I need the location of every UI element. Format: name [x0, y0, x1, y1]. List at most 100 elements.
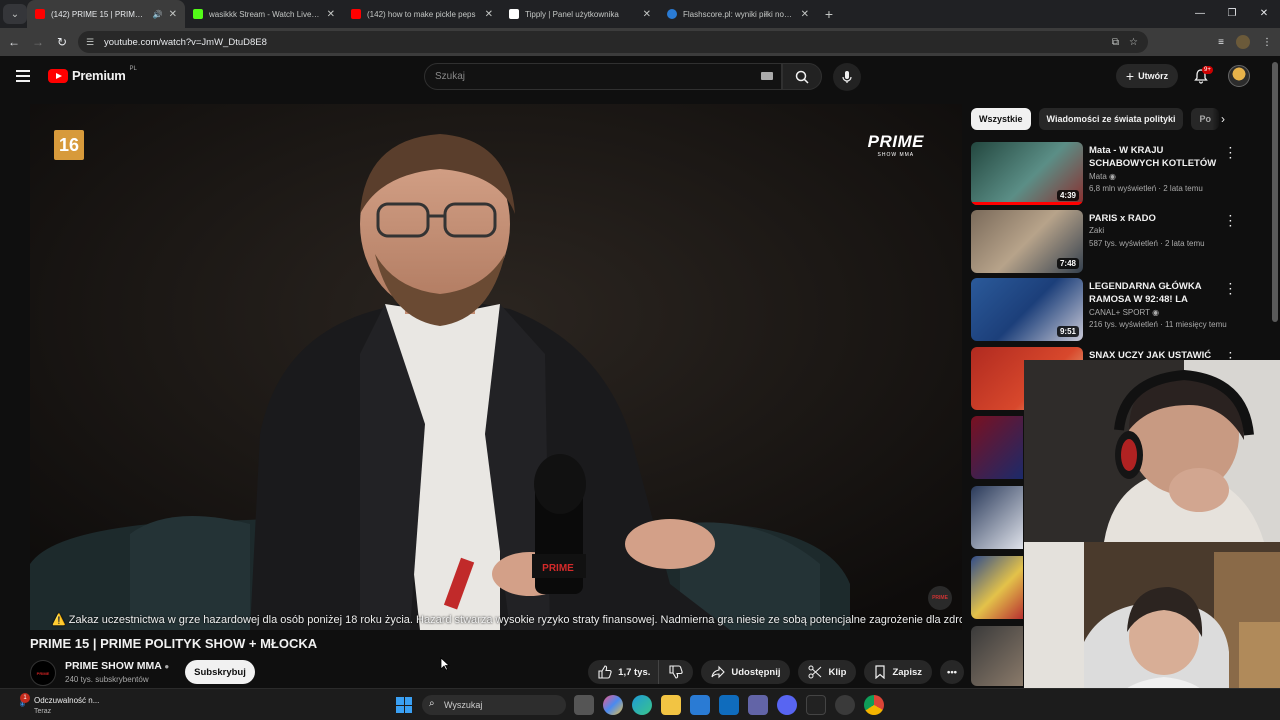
close-window-icon[interactable]: ✕ [1248, 0, 1280, 28]
discord-icon[interactable] [777, 695, 797, 715]
reading-list-icon[interactable]: ≡ [1218, 37, 1224, 48]
more-vertical-icon[interactable]: ··· [1229, 280, 1232, 300]
chip-politics-news[interactable]: Wiadomości ze świata polityki [1038, 108, 1184, 130]
like-button[interactable]: 1,7 tys. [588, 660, 659, 684]
outlook-icon[interactable] [719, 695, 739, 715]
search-input[interactable]: Szukaj [424, 63, 782, 90]
duration-badge: 9:51 [1056, 326, 1079, 337]
new-tab-button[interactable]: + [817, 6, 841, 22]
site-info-icon[interactable]: ☰ [86, 37, 98, 48]
hamburger-menu-icon[interactable] [16, 70, 30, 82]
keyboard-icon[interactable] [761, 72, 773, 80]
save-button[interactable]: Zapisz [864, 660, 932, 684]
recommendation-item[interactable]: 9:51 LEGENDARNA GŁÓWKA RAMOSA W 92:48! L… [971, 278, 1241, 342]
video-thumbnail[interactable] [971, 416, 1023, 479]
restore-icon[interactable]: ❐ [1216, 0, 1248, 28]
close-tab-icon[interactable]: ✕ [327, 9, 335, 20]
chip-all[interactable]: Wszystkie [971, 108, 1031, 130]
more-horizontal-icon: ••• [947, 666, 957, 678]
recommendation-item[interactable]: 7:48 PARIS x RADO Zaki 587 tys. wyświetl… [971, 210, 1241, 274]
file-explorer-icon[interactable] [661, 695, 681, 715]
page-scrollbar-thumb[interactable] [1272, 62, 1278, 322]
bookmark-star-icon[interactable]: ☆ [1129, 37, 1138, 48]
notification-time: Teraz [34, 708, 52, 715]
menu-dots-icon[interactable]: ⋮ [1262, 37, 1272, 48]
clip-button[interactable]: Klip [798, 660, 857, 684]
more-vertical-icon[interactable]: ··· [1229, 212, 1232, 232]
install-icon[interactable]: ⧉ [1112, 37, 1119, 48]
filter-chips: Wszystkie Wiadomości ze świata polityki … [971, 108, 1231, 130]
rec-channel: CANAL+ SPORT ◉ [1089, 308, 1159, 317]
flashscore-icon [667, 9, 677, 19]
app-icon[interactable] [806, 695, 826, 715]
tab-flashscore[interactable]: Flashscore.pl: wyniki piłki nożne ✕ [659, 0, 817, 28]
tab-kick-stream[interactable]: wasikkk Stream - Watch Live on ✕ [185, 0, 343, 28]
share-label: Udostępnij [731, 666, 781, 678]
tab-search-button[interactable]: ⌄ [3, 4, 27, 24]
search-placeholder: Szukaj [435, 71, 466, 82]
mouse-cursor [440, 657, 450, 671]
gambling-warning-text: ⚠️ Zakaz uczestnictwa w grze hazardowej … [52, 614, 962, 626]
store-icon[interactable] [690, 695, 710, 715]
task-view-icon[interactable] [574, 695, 594, 715]
recommendation-item[interactable]: 4:39 Mata - W KRAJU SCHABOWYCH KOTLETÓW … [971, 142, 1241, 206]
youtube-premium-logo[interactable]: Premium PL [48, 66, 137, 83]
chevron-right-icon[interactable]: › [1212, 108, 1234, 130]
close-tab-icon[interactable]: ✕ [169, 9, 177, 20]
screen: ⌄ (142) PRIME 15 | PRIME PO 🔊 ✕ wasikkk … [0, 0, 1280, 720]
verified-icon: ◉ [1109, 172, 1117, 181]
duration-badge: 7:48 [1056, 258, 1079, 269]
tab-youtube-pickle[interactable]: (142) how to make pickle peps ✕ [343, 0, 501, 28]
tab-title: wasikkk Stream - Watch Live on [209, 9, 321, 19]
reload-icon[interactable]: ↻ [50, 35, 74, 49]
channel-name-wrap[interactable]: PRIME SHOW MMA ● [65, 660, 169, 672]
plus-icon: + [1125, 68, 1135, 84]
tab-youtube-prime[interactable]: (142) PRIME 15 | PRIME PO 🔊 ✕ [27, 0, 185, 28]
weather-notification[interactable]: 🌡 1 Odczuwalność n... Teraz [14, 693, 124, 717]
thumbs-up-icon [598, 665, 612, 679]
rec-title: LEGENDARNA GŁÓWKA RAMOSA W 92:48! LA DEC… [1089, 281, 1202, 305]
close-tab-icon[interactable]: ✕ [643, 9, 651, 20]
back-icon[interactable]: ← [2, 35, 26, 49]
tab-tipply[interactable]: Tipply | Panel użytkownika ✕ [501, 0, 659, 28]
minimize-icon[interactable]: — [1184, 0, 1216, 28]
video-thumbnail[interactable]: 9:51 [971, 278, 1083, 341]
teams-icon[interactable] [748, 695, 768, 715]
windows-start-icon[interactable] [396, 697, 412, 713]
taskbar-search-input[interactable]: ⌕ Wyszukaj [422, 695, 566, 715]
create-button[interactable]: + Utwórz [1116, 64, 1178, 88]
search-icon: ⌕ [429, 698, 435, 709]
voice-search-button[interactable] [833, 63, 861, 91]
address-bar[interactable]: ☰ youtube.com/watch?v=JmW_DtuD8E8 ⧉ ☆ [78, 31, 1148, 53]
webcam-overlay-top [1024, 360, 1280, 542]
channel-avatar[interactable]: PRIME [30, 660, 56, 686]
dislike-button[interactable] [658, 660, 694, 684]
close-tab-icon[interactable]: ✕ [801, 9, 809, 20]
microphone-icon [842, 71, 852, 83]
notification-title: Odczuwalność n... [34, 696, 100, 705]
video-thumbnail[interactable]: 4:39 [971, 142, 1083, 205]
video-thumbnail[interactable] [971, 556, 1023, 619]
more-actions-button[interactable]: ••• [940, 660, 964, 684]
app-icon[interactable] [835, 695, 855, 715]
more-vertical-icon[interactable]: ··· [1229, 144, 1232, 164]
speaker-icon[interactable]: 🔊 [153, 10, 163, 19]
search-icon [795, 70, 809, 84]
browser-toolbar: ← → ↻ ☰ youtube.com/watch?v=JmW_DtuD8E8 … [0, 28, 1280, 56]
close-tab-icon[interactable]: ✕ [485, 9, 493, 20]
video-thumbnail[interactable]: 7:48 [971, 210, 1083, 273]
search-button[interactable] [782, 63, 822, 90]
subscribe-button[interactable]: Subskrybuj [185, 660, 255, 684]
edge-icon[interactable] [632, 695, 652, 715]
copilot-icon[interactable] [603, 695, 623, 715]
chrome-icon[interactable] [864, 695, 884, 715]
video-thumbnail[interactable] [971, 486, 1023, 549]
profile-avatar[interactable] [1236, 35, 1250, 49]
account-avatar[interactable] [1228, 65, 1250, 87]
share-button[interactable]: Udostępnij [701, 660, 791, 684]
channel-watermark-icon[interactable]: PRIME [928, 586, 952, 610]
forward-icon[interactable]: → [26, 35, 50, 49]
video-thumbnail[interactable] [971, 626, 1023, 686]
video-player[interactable]: PRIME 16 PRIME SHOW MMA PRIME ⚠️ Zakaz u… [30, 104, 962, 630]
rec-meta: 6,8 mln wyświetleń · 2 lata temu [1089, 184, 1203, 193]
